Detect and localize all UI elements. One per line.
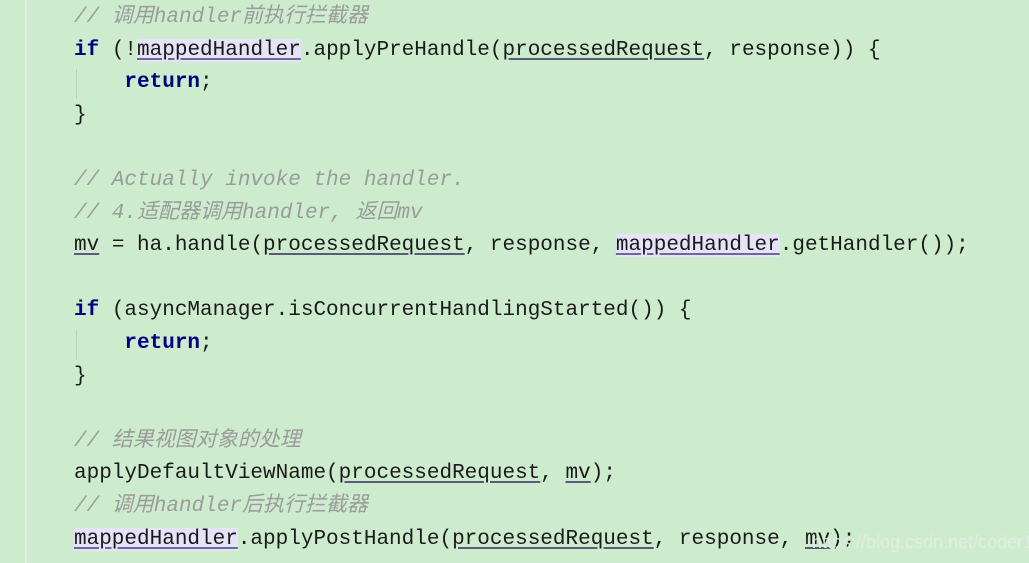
code-token: ; [200,332,213,355]
code-line-text: // Actually invoke the handler. [74,165,465,198]
code-line-text: return; [74,328,213,361]
code-token: ); [590,462,616,486]
comment-token: // 调用handler前执行拦截器 [74,6,369,29]
code-token: applyDefaultViewName( [74,462,339,486]
code-token: = ha.handle( [99,234,264,258]
underlined-identifier: processedRequest [338,462,541,486]
code-line-text: if (asyncManager.isConcurrentHandlingSta… [74,295,692,328]
code-line[interactable]: mv = ha.handle(processedRequest, respons… [0,230,1029,263]
code-token: , response, [653,527,805,551]
code-line-text: } [74,361,87,394]
comment-token: // Actually invoke the handler. [74,169,465,192]
keyword-token: return [124,332,201,355]
code-token: .applyPostHandle( [237,527,453,551]
code-line[interactable] [0,132,1029,165]
underlined-identifier: processedRequest [452,527,654,551]
code-token: ); [830,527,856,551]
code-line[interactable]: return; [0,67,1029,100]
code-line[interactable]: // 调用handler前执行拦截器 [0,2,1029,35]
underlined-identifier: processedRequest [263,234,465,258]
underlined-identifier: processedRequest [502,38,705,62]
code-line-text: // 调用handler后执行拦截器 [74,491,368,524]
code-editor[interactable]: // 调用handler前执行拦截器 if (!mappedHandler.app… [0,0,1029,563]
code-line[interactable]: mappedHandler.applyPostHandle(processedR… [0,524,1029,557]
comment-token: // 结果视图对象的处理 [74,429,301,453]
code-line[interactable]: // Actually invoke the handler. [0,165,1029,198]
code-line[interactable]: // 结果视图对象的处理 [0,426,1029,459]
code-line-text: // 结果视图对象的处理 [74,426,301,459]
code-line-text: if (!mappedHandler.applyPreHandle(proces… [74,35,881,68]
code-line-text: return; [74,67,213,100]
code-token: .getHandler()); [779,234,969,258]
underlined-identifier: mv [565,462,591,486]
code-line-text: // 调用handler前执行拦截器 [74,2,368,35]
code-line[interactable]: applyDefaultViewName(processedRequest, m… [0,458,1029,491]
code-line[interactable]: } [0,361,1029,394]
comment-token: // 4.适配器调用handler, 返回mv [74,201,423,225]
comment-token: // 调用handler后执行拦截器 [74,495,369,518]
code-line-text: applyDefaultViewName(processedRequest, m… [74,458,616,491]
code-line-text: mv = ha.handle(processedRequest, respons… [74,230,969,263]
code-line[interactable]: } [0,100,1029,133]
keyword-token: if [74,299,100,323]
code-line-text: } [74,100,87,133]
code-line-text: // 4.适配器调用handler, 返回mv [74,198,423,231]
code-token: (! [99,38,138,62]
code-area[interactable]: // 调用handler前执行拦截器 if (!mappedHandler.app… [0,0,1029,563]
highlighted-identifier: mappedHandler [615,234,780,258]
code-token: } [74,103,87,127]
code-token: } [74,364,87,388]
code-line[interactable]: // 调用handler后执行拦截器 [0,491,1029,524]
code-token: , [540,462,566,486]
code-token: ; [200,71,213,95]
code-token: , response, [464,234,616,258]
code-line[interactable] [0,263,1029,296]
code-line[interactable]: return; [0,328,1029,361]
code-token: .applyPreHandle( [300,38,503,62]
code-line-text: mappedHandler.applyPostHandle(processedR… [74,524,855,557]
keyword-token: return [124,71,201,95]
code-line[interactable]: if (!mappedHandler.applyPreHandle(proces… [0,35,1029,68]
code-line[interactable]: // 4.适配器调用handler, 返回mv [0,198,1029,231]
underlined-identifier: mv [804,527,831,551]
underlined-identifier: mv [74,234,100,258]
keyword-token: if [74,38,100,62]
highlighted-identifier: mappedHandler [137,38,301,62]
code-line[interactable] [0,393,1029,426]
code-line[interactable]: if (asyncManager.isConcurrentHandlingSta… [0,295,1029,328]
code-token: (asyncManager.isConcurrentHandlingStarte… [99,299,692,323]
highlighted-identifier: mappedHandler [74,527,238,551]
code-token: , response)) { [704,38,881,62]
